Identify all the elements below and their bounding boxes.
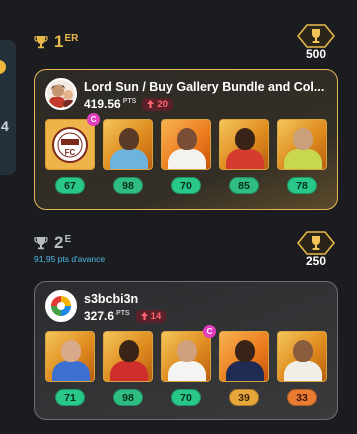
leaderboard-card-2[interactable]: s3bcbi3n 327.6 PTS 14 71 98 C 70 39 33 (34, 281, 338, 420)
total-score: 327.6 PTS (84, 309, 130, 323)
player-card[interactable] (161, 119, 211, 170)
player-slot[interactable]: C 70 (161, 325, 216, 406)
avatar[interactable] (45, 78, 77, 110)
player-score: 39 (229, 389, 259, 406)
player-slot[interactable]: 33 (277, 331, 327, 406)
trophy-icon (34, 237, 48, 250)
player-slot[interactable]: 98 (103, 119, 153, 194)
player-slot[interactable]: 98 (103, 331, 153, 406)
avatar[interactable] (45, 290, 77, 322)
points-ahead-text: 91,95 pts d'avance (34, 254, 106, 264)
arrow-up-icon (147, 100, 155, 108)
player-score: 70 (171, 389, 201, 406)
rank-number: 2E (54, 233, 72, 252)
user-name[interactable]: Lord Sun / Buy Gallery Bundle and Col... (84, 80, 327, 94)
player-score: 78 (287, 177, 317, 194)
rank-2-label: 2E (34, 233, 71, 253)
player-card[interactable] (219, 331, 269, 382)
player-score: 70 (171, 177, 201, 194)
lineup: 71 98 C 70 39 33 (45, 325, 327, 406)
player-score: 71 (55, 389, 85, 406)
arrow-up-icon (140, 312, 148, 320)
trophy-badge-icon (297, 24, 335, 48)
previous-panel-number: 4 (1, 118, 9, 134)
prize-2: 250 (295, 231, 337, 268)
player-card[interactable] (103, 119, 153, 170)
player-slot[interactable]: 85 (219, 119, 269, 194)
prize-amount: 250 (305, 254, 327, 268)
player-score: 98 (113, 177, 143, 194)
player-slot[interactable]: 78 (277, 119, 327, 194)
player-score: 98 (113, 389, 143, 406)
player-card[interactable] (45, 331, 95, 382)
player-slot[interactable]: 70 (161, 119, 211, 194)
player-card[interactable] (103, 331, 153, 382)
player-card[interactable] (277, 119, 327, 170)
trophy-badge-icon (297, 231, 335, 255)
trophy-icon (34, 36, 48, 49)
player-score: 85 (229, 177, 259, 194)
rank-change-badge: 20 (142, 97, 173, 111)
previous-panel-edge: 4 (0, 40, 16, 175)
player-slot[interactable]: 39 (219, 331, 269, 406)
prize-amount: 500 (305, 47, 327, 61)
club-crest-card[interactable]: FC (45, 119, 95, 170)
rank-change-badge: 14 (135, 309, 167, 323)
player-slot[interactable]: FC C 67 (45, 113, 100, 194)
captain-badge: C (87, 113, 100, 126)
user-name[interactable]: s3bcbi3n (84, 292, 327, 306)
player-card[interactable] (219, 119, 269, 170)
player-card[interactable] (161, 331, 211, 382)
rank-number: 1ER (54, 32, 79, 51)
club-crest-icon: FC (52, 127, 88, 163)
total-score: 419.56 PTS (84, 97, 137, 111)
rank-1-label: 1ER (34, 32, 78, 52)
lineup: FC C 67 98 70 85 78 (45, 113, 327, 194)
leaderboard-card-1[interactable]: Lord Sun / Buy Gallery Bundle and Col...… (34, 69, 338, 210)
player-slot[interactable]: 71 (45, 331, 95, 406)
status-dot (0, 60, 6, 74)
captain-badge: C (203, 325, 216, 338)
player-score: 67 (55, 177, 85, 194)
player-card[interactable] (277, 331, 327, 382)
svg-text:FC: FC (65, 148, 76, 157)
player-score: 33 (287, 389, 317, 406)
prize-1: 500 (295, 24, 337, 61)
